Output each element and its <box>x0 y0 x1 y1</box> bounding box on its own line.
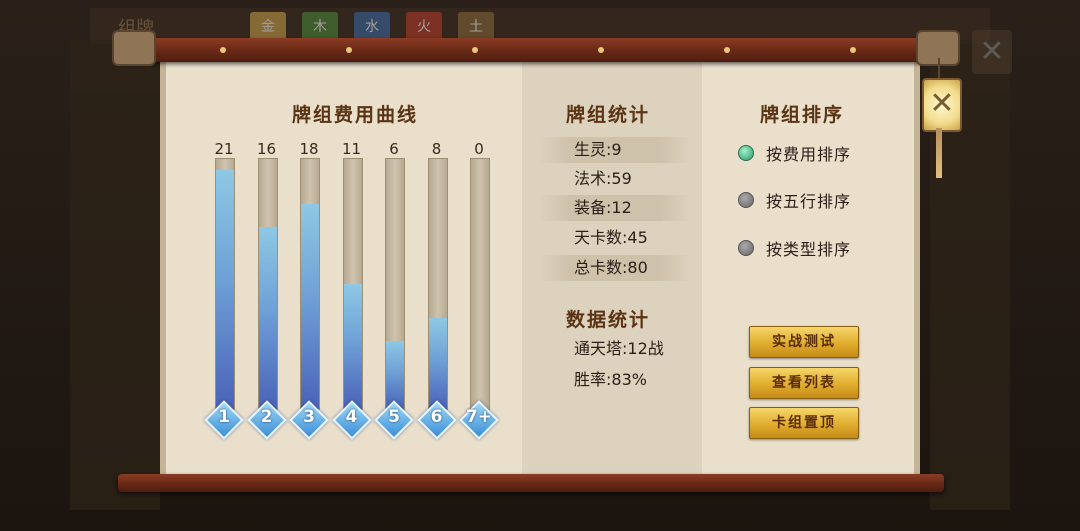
bar-value-label: 0 <box>474 140 484 158</box>
deck-sort-title: 牌组排序 <box>760 104 845 126</box>
stat-spells: 法术:59 <box>574 169 632 188</box>
cost-category-label: 7+ <box>465 407 493 427</box>
scroll-bottom-rod <box>118 474 944 492</box>
bar-track <box>215 158 235 410</box>
bar-track <box>427 158 448 410</box>
cost-category-label: 2 <box>260 407 273 427</box>
battle-test-button[interactable]: 实战测试 <box>749 326 859 358</box>
bar-fill <box>428 318 447 409</box>
lantern-cord <box>938 58 940 80</box>
bar-fill <box>386 340 404 409</box>
bar-fill <box>343 284 362 409</box>
cost-category-label: 4 <box>345 407 358 427</box>
background-left-panel <box>70 40 160 510</box>
bar-fill <box>258 227 277 409</box>
bar-track <box>342 158 363 410</box>
bar-fill <box>301 204 319 409</box>
cost-category-label: 3 <box>303 407 315 427</box>
background-close-icon: ✕ <box>972 30 1012 74</box>
bar-value-label: 18 <box>299 140 319 158</box>
sort-by-element-label[interactable]: 按五行排序 <box>766 188 851 212</box>
bar-value-label: 16 <box>256 140 277 158</box>
stat-equipment: 装备:12 <box>540 195 690 221</box>
bar-fill <box>216 170 234 409</box>
stat-sky-cards: 天卡数:45 <box>574 228 648 247</box>
close-icon[interactable]: ✕ <box>922 78 962 132</box>
sort-by-element-radio[interactable] <box>738 192 754 208</box>
bar-value-label: 8 <box>431 140 442 158</box>
cost-category-label: 6 <box>430 407 443 427</box>
sort-by-type-label[interactable]: 按类型排序 <box>766 236 851 260</box>
pin-deck-button[interactable]: 卡组置顶 <box>749 407 859 439</box>
stat-creatures: 生灵:9 <box>540 137 690 163</box>
stat-tower-battles: 通天塔:12战 <box>574 339 664 358</box>
bar-track <box>257 158 278 410</box>
bar-track <box>300 158 320 410</box>
scroll-cap-left <box>112 30 156 66</box>
data-stats-title: 数据统计 <box>566 309 651 331</box>
bar-value-label: 6 <box>389 140 399 158</box>
bar-value-label: 21 <box>214 140 234 158</box>
scroll-top-rod <box>118 38 944 62</box>
bar-track <box>470 158 490 410</box>
stat-win-rate: 胜率:83% <box>574 370 647 389</box>
bar-value-label: 11 <box>341 140 362 158</box>
sort-by-type-radio[interactable] <box>738 240 754 256</box>
view-list-button[interactable]: 查看列表 <box>749 367 859 399</box>
sort-by-cost-label[interactable]: 按费用排序 <box>766 141 851 165</box>
lantern-tassel <box>936 128 942 178</box>
cost-category-label: 1 <box>218 407 230 427</box>
deck-stats-title: 牌组统计 <box>566 104 651 126</box>
bar-track <box>385 158 405 410</box>
sort-by-cost-radio[interactable] <box>738 145 754 161</box>
cost-category-label: 5 <box>388 407 400 427</box>
stat-total-cards: 总卡数:80 <box>540 255 690 281</box>
cost-curve-title: 牌组费用曲线 <box>292 104 419 126</box>
